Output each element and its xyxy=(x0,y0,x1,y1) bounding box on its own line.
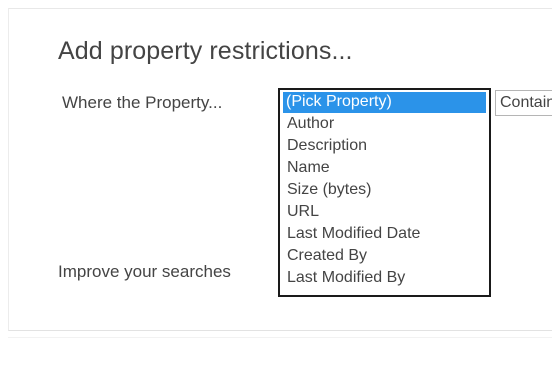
property-option-name[interactable]: Name xyxy=(283,157,486,179)
property-option-last-modified-by[interactable]: Last Modified By xyxy=(283,267,486,289)
property-listbox[interactable]: (Pick Property) Author Description Name … xyxy=(278,88,491,297)
property-option-last-modified-date[interactable]: Last Modified Date xyxy=(283,223,486,245)
improve-searches-label: Improve your searches xyxy=(58,262,231,281)
operator-select[interactable]: Contains xyxy=(495,90,552,116)
property-option-pick[interactable]: (Pick Property) xyxy=(283,92,486,113)
property-option-created-by[interactable]: Created By xyxy=(283,245,486,267)
section-heading: Add property restrictions... xyxy=(58,37,353,65)
property-option-author[interactable]: Author xyxy=(283,113,486,135)
where-property-label: Where the Property... xyxy=(62,93,223,112)
divider xyxy=(8,337,552,338)
property-option-url[interactable]: URL xyxy=(283,201,486,223)
property-option-size[interactable]: Size (bytes) xyxy=(283,179,486,201)
search-options-page: Add property restrictions... Where the P… xyxy=(0,0,552,372)
property-option-description[interactable]: Description xyxy=(283,135,486,157)
